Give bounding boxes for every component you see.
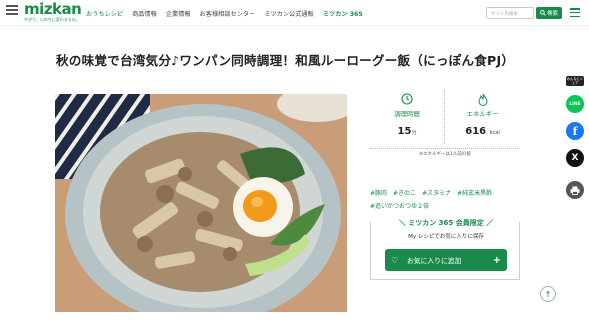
tag-pork[interactable]: #豚肉 — [370, 188, 387, 197]
line-share-button[interactable]: LINE — [566, 95, 584, 113]
x-icon: X — [571, 153, 579, 163]
flame-icon — [445, 93, 520, 107]
line-icon: LINE — [569, 101, 581, 107]
hamburger-menu-icon[interactable] — [570, 8, 580, 20]
search-input[interactable]: サイト内検索 — [486, 7, 534, 19]
plus-icon: + — [492, 254, 501, 266]
cook-time-block: 調理時間 15分 — [370, 90, 445, 144]
recipe-tags: #豚肉 #きのこ #スタミナ #純玄米黒酢 #追いがつおつゆ２倍 — [370, 188, 520, 210]
energy-label: エネルギー — [466, 110, 499, 118]
energy-number: 616 — [465, 126, 487, 137]
add-favorite-label: お気に入りに追加 — [407, 257, 462, 265]
recipe-photo — [55, 94, 347, 312]
x-share-button[interactable]: X — [566, 149, 584, 167]
clock-icon — [370, 93, 444, 107]
member-title-text: ミツカン 365 会員限定 — [408, 219, 484, 227]
share-bar: みんなにシェア LINE f X — [566, 76, 586, 199]
search-button-label: 検索 — [546, 11, 558, 17]
nav-item-products[interactable]: 商品情報 — [132, 9, 157, 18]
tag-stamina[interactable]: #スタミナ — [422, 188, 451, 197]
search-icon — [540, 10, 546, 16]
member-subtitle: My レシピでお気に入りに保存 — [408, 234, 484, 240]
facebook-icon: f — [572, 124, 578, 138]
site-header: mizkan やがて、いのちに変わるもの。 おうちレシピ 商品情報 企業情報 お… — [0, 0, 589, 26]
page-title: 秋の味覚で台湾気分♪ワンパン同時調理！和風ルーローグー飯（にっぽん食PJ） — [56, 53, 515, 68]
add-favorite-button[interactable]: ♡ お気に入りに追加 + — [385, 249, 507, 271]
arrow-up-icon: ↑ — [544, 289, 552, 299]
cook-time-number: 15 — [397, 126, 412, 137]
share-label: みんなにシェア — [566, 76, 584, 86]
printer-icon — [570, 186, 580, 195]
energy-unit: kcal — [489, 130, 500, 136]
energy-value: 616 kcal — [445, 126, 520, 137]
cook-time-value: 15分 — [370, 126, 444, 137]
nav-item-shop[interactable]: ミツカン公式通販 — [264, 9, 314, 18]
nav-item-recipes[interactable]: おうちレシピ — [86, 9, 123, 18]
nav-item-support[interactable]: お客様相談センター — [200, 9, 256, 18]
energy-note: ※エネルギーは1人前の値 — [370, 148, 520, 157]
member-title: ＼ ミツカン 365 会員限定 ／ — [398, 219, 494, 227]
facebook-share-button[interactable]: f — [566, 122, 584, 140]
print-button[interactable] — [566, 181, 584, 199]
energy-block: エネルギー 616 kcal — [445, 90, 520, 137]
logo-tagline: やがて、いのちに変わるもの。 — [24, 17, 80, 22]
member-box: ＼ ミツカン 365 会員限定 ／ My レシピでお気に入りに保存 ♡ お気に入… — [370, 219, 520, 280]
cook-time-unit: 分 — [411, 130, 417, 136]
tag-mushroom[interactable]: #きのこ — [393, 188, 416, 197]
recipe-info-panel: 調理時間 15分 エネルギー 616 kcal ※エネルギーは1人前の値 — [370, 90, 520, 162]
global-menu-icon[interactable] — [6, 5, 18, 19]
logo-text: mizkan — [24, 0, 82, 18]
heart-icon: ♡ — [391, 255, 399, 265]
tag-tsuyu[interactable]: #追いがつおつゆ２倍 — [370, 201, 429, 210]
scroll-to-top-button[interactable]: ↑ — [540, 286, 556, 302]
main-nav: おうちレシピ 商品情報 企業情報 お客様相談センター ミツカン公式通販 ミツカン… — [86, 9, 363, 18]
nav-item-company[interactable]: 企業情報 — [166, 9, 191, 18]
tag-black-vinegar[interactable]: #純玄米黒酢 — [457, 188, 492, 197]
mizkan-logo[interactable]: mizkan やがて、いのちに変わるもの。 — [24, 0, 82, 22]
search-button[interactable]: 検索 — [536, 7, 562, 19]
nav-item-mizkan365[interactable]: ミツカン 365 — [323, 9, 363, 18]
cook-time-label: 調理時間 — [394, 110, 420, 118]
